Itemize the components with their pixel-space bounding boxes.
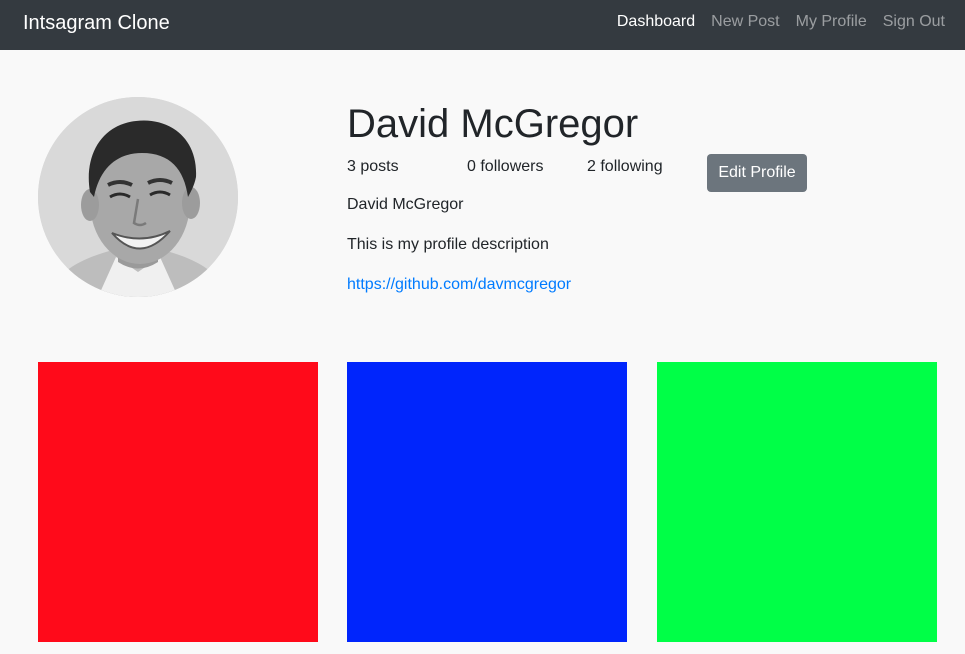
- following-count[interactable]: 2 following: [587, 157, 663, 177]
- nav-link-dashboard[interactable]: Dashboard: [617, 12, 695, 32]
- edit-profile-button[interactable]: Edit Profile: [707, 154, 807, 192]
- avatar: [38, 97, 238, 297]
- posts-count: 3 posts: [347, 158, 399, 175]
- nav-links: Dashboard New Post My Profile Sign Out: [617, 12, 945, 32]
- post-thumbnail[interactable]: [657, 362, 937, 642]
- profile-username: David McGregor: [347, 102, 639, 146]
- profile-full-name: David McGregor: [347, 196, 464, 213]
- profile-website-link[interactable]: https://github.com/davmcgregor: [347, 275, 571, 295]
- brand-link[interactable]: Intsagram Clone: [23, 11, 170, 35]
- post-thumbnail[interactable]: [38, 362, 318, 642]
- profile-description: This is my profile description: [347, 236, 549, 253]
- nav-link-sign-out[interactable]: Sign Out: [883, 12, 945, 32]
- nav-link-my-profile[interactable]: My Profile: [796, 12, 867, 32]
- navbar: Intsagram Clone Dashboard New Post My Pr…: [0, 0, 965, 50]
- profile-photo-icon: [38, 97, 238, 297]
- post-thumbnail[interactable]: [347, 362, 627, 642]
- followers-count[interactable]: 0 followers: [467, 157, 543, 177]
- nav-link-new-post[interactable]: New Post: [711, 12, 779, 32]
